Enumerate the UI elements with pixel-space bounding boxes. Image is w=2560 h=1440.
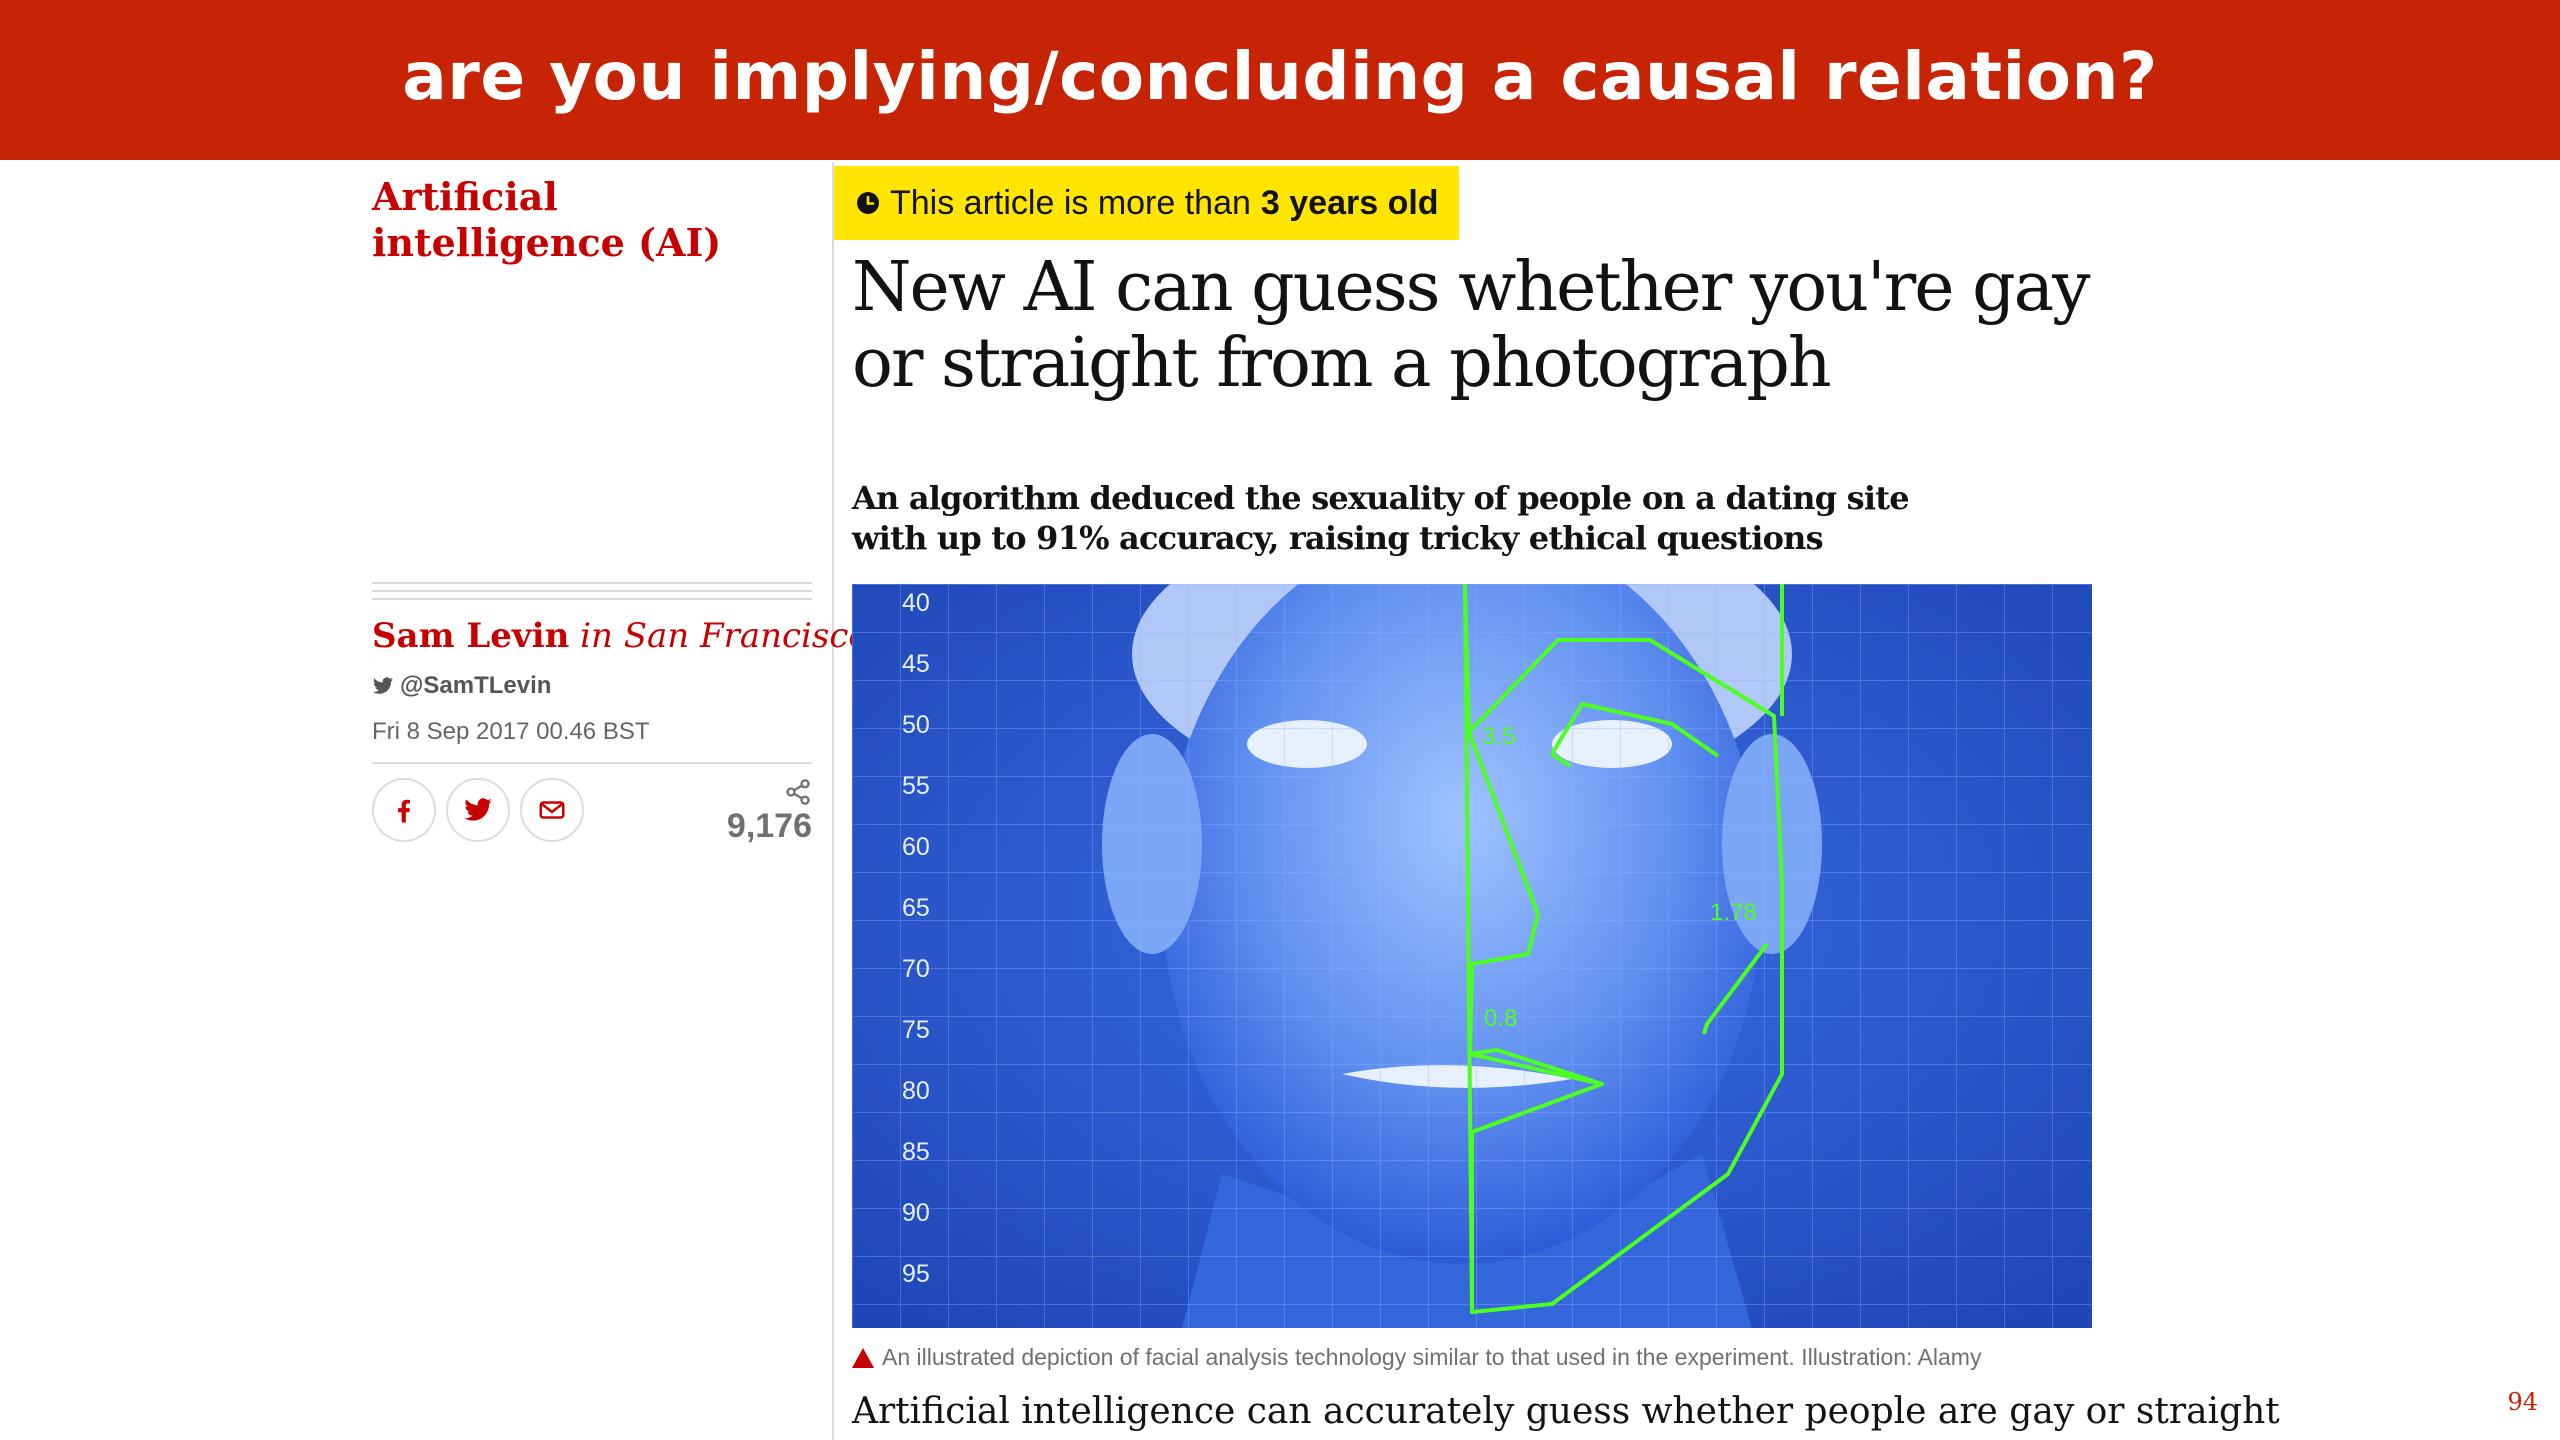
article-main-image[interactable]: 40 45 50 55 60 65 70 75 80 85 90 95 3.5 … [852, 584, 2092, 1328]
publish-date: Fri 8 Sep 2017 00.46 BST [372, 718, 650, 745]
author-link[interactable]: Sam Levin [372, 616, 569, 656]
byline-rule [372, 582, 812, 606]
email-icon [539, 801, 565, 819]
article-headline: New AI can guess whether you're gay or s… [852, 248, 2091, 403]
ruler-label: 85 [902, 1138, 930, 1166]
meta-divider [372, 762, 812, 764]
column-divider [832, 162, 834, 1440]
ruler-label: 45 [902, 650, 930, 678]
slide-title: are you implying/concluding a causal rel… [402, 37, 2158, 115]
measurement-label: 3.5 [1482, 723, 1515, 750]
age-badge-text: This article is more than [890, 183, 1251, 222]
share-twitter-button[interactable] [446, 778, 510, 842]
age-badge-emphasis: 3 years old [1260, 183, 1439, 222]
byline: Sam Levin in San Francisco [372, 614, 869, 658]
section-link[interactable]: Artificial intelligence (AI) [372, 174, 812, 266]
author-location: in San Francisco [580, 616, 869, 656]
slide-page-number: 94 [2507, 1388, 2538, 1416]
measurement-label: 0.8 [1484, 1005, 1517, 1032]
ruler-label: 95 [902, 1260, 930, 1288]
clock-icon [857, 192, 879, 214]
article-age-badge: This article is more than 3 years old [834, 166, 1459, 240]
ruler-label: 80 [902, 1077, 930, 1105]
twitter-handle-text: @SamTLevin [400, 672, 552, 699]
share-facebook-button[interactable] [372, 778, 436, 842]
share-email-button[interactable] [520, 778, 584, 842]
facebook-icon [398, 799, 410, 823]
ruler-label: 55 [902, 772, 930, 800]
article-standfirst: An algorithm deduced the sexuality of pe… [852, 479, 1910, 557]
ruler-label: 70 [902, 955, 930, 983]
share-count[interactable]: 9,176 [700, 778, 812, 846]
slide-title-banner: are you implying/concluding a causal rel… [0, 0, 2560, 160]
twitter-icon [372, 677, 394, 694]
twitter-icon [464, 798, 492, 821]
article-body-first-line: Artificial intelligence can accurately g… [852, 1391, 2280, 1432]
image-caption: An illustrated depiction of facial analy… [852, 1344, 1981, 1371]
twitter-handle[interactable]: @SamTLevin [372, 672, 551, 700]
measurement-label: 1.78 [1710, 899, 1757, 926]
image-caption-text: An illustrated depiction of facial analy… [882, 1344, 1982, 1370]
ruler-label: 75 [902, 1016, 930, 1044]
ruler-label: 40 [902, 589, 930, 617]
caption-triangle-icon [852, 1347, 874, 1368]
ruler-label: 60 [902, 833, 930, 861]
ruler-label: 50 [902, 711, 930, 739]
share-icon [786, 779, 810, 805]
ruler-label: 65 [902, 894, 930, 922]
share-count-value: 9,176 [726, 807, 812, 845]
ruler-label: 90 [902, 1199, 930, 1227]
